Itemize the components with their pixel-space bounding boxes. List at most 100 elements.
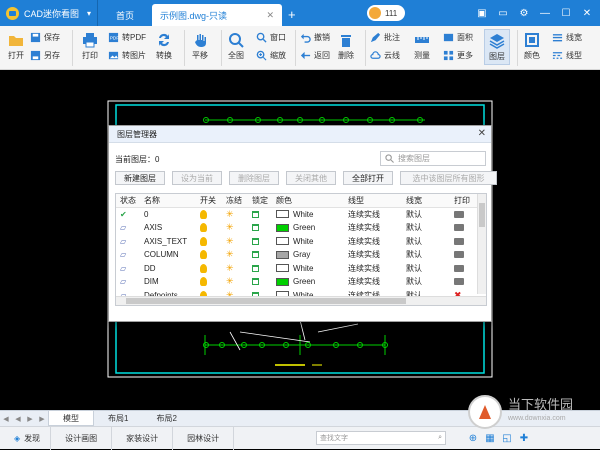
color-cell[interactable]: Green	[272, 223, 344, 232]
more-button[interactable]: 更多	[443, 50, 473, 61]
close-icon[interactable]: ✕	[578, 4, 596, 22]
next-tab-icon[interactable]: ▶	[24, 413, 36, 425]
last-tab-icon[interactable]: ▶	[36, 413, 48, 425]
tab-document[interactable]: 示例图.dwg-只读 ✕	[152, 4, 283, 26]
set-current-button[interactable]: 设为当前	[172, 171, 222, 185]
crosshair-icon[interactable]: ✚	[517, 431, 531, 445]
to-pdf-button[interactable]: PDF 转PDF	[108, 32, 146, 43]
skin-icon[interactable]: ▣	[473, 4, 491, 22]
ortho-icon[interactable]: ◱	[500, 431, 514, 445]
linetype-cell[interactable]: 连续实线	[344, 276, 402, 287]
cloud-button[interactable]: 云线	[370, 50, 400, 61]
table-row[interactable]: ▱ COLUMN ✳ Gray 连续实线 默认	[116, 248, 486, 262]
color-cell[interactable]: White	[272, 210, 344, 219]
on-off-cell[interactable]	[196, 236, 222, 246]
measure-button[interactable]: 测量	[414, 32, 430, 61]
line-type-button[interactable]: 线型	[552, 50, 582, 61]
linetype-cell[interactable]: 连续实线	[344, 263, 402, 274]
print-cell[interactable]	[450, 210, 480, 218]
color-cell[interactable]: Green	[272, 277, 344, 286]
on-off-cell[interactable]	[196, 250, 222, 260]
freeze-cell[interactable]: ✳	[222, 236, 248, 247]
status-cell[interactable]: ▱	[116, 277, 140, 286]
prev-tab-icon[interactable]: ◀	[12, 413, 24, 425]
color-button[interactable]: 颜色	[524, 32, 540, 61]
first-tab-icon[interactable]: ◀	[0, 413, 12, 425]
lineweight-cell[interactable]: 默认	[402, 249, 450, 260]
col-lock[interactable]: 锁定	[248, 195, 272, 206]
table-row[interactable]: ▱ AXIS_TEXT ✳ White 连续实线 默认	[116, 235, 486, 249]
horizontal-scrollbar[interactable]	[116, 296, 486, 305]
convert-button[interactable]: 转换	[156, 32, 172, 61]
col-freeze[interactable]: 冻结	[222, 195, 248, 206]
open-all-button[interactable]: 全部打开	[343, 171, 393, 185]
lineweight-cell[interactable]: 默认	[402, 236, 450, 247]
fit-button[interactable]: 全图	[228, 32, 244, 61]
new-tab-icon[interactable]: +	[288, 7, 296, 22]
freeze-cell[interactable]: ✳	[222, 263, 248, 274]
lock-cell[interactable]	[248, 237, 272, 245]
find-text-input[interactable]: 查找文字 ⌕	[316, 431, 446, 445]
on-off-cell[interactable]	[196, 223, 222, 233]
delete-layer-button[interactable]: 删除图层	[229, 171, 279, 185]
to-image-button[interactable]: 转图片	[108, 50, 146, 61]
close-others-button[interactable]: 关闭其他	[286, 171, 336, 185]
design-link[interactable]: 设计画图	[51, 426, 113, 450]
pan-button[interactable]: 平移	[192, 32, 208, 61]
linetype-cell[interactable]: 连续实线	[344, 249, 402, 260]
print-button[interactable]: 打印	[82, 32, 98, 61]
tab-home[interactable]: 首页	[102, 4, 148, 26]
col-lineweight[interactable]: 线宽	[402, 195, 450, 206]
undo-button[interactable]: 撤销	[300, 32, 330, 43]
color-cell[interactable]: Gray	[272, 250, 344, 259]
save-button[interactable]: 保存	[30, 32, 60, 43]
color-cell[interactable]: White	[272, 264, 344, 273]
layer-search-input[interactable]: 搜索图层	[380, 151, 486, 166]
lock-cell[interactable]	[248, 251, 272, 259]
new-layer-button[interactable]: 新建图层	[115, 171, 165, 185]
annotate-button[interactable]: 批注	[370, 32, 400, 43]
color-cell[interactable]: White	[272, 237, 344, 246]
minimize-icon[interactable]: —	[536, 4, 554, 22]
user-badge[interactable]: 111	[367, 5, 406, 21]
status-cell[interactable]: ▱	[116, 237, 140, 246]
linetype-cell[interactable]: 连续实线	[344, 209, 402, 220]
maximize-icon[interactable]: ☐	[557, 4, 575, 22]
print-cell[interactable]	[450, 251, 480, 259]
vertical-scrollbar[interactable]	[477, 194, 486, 294]
table-row[interactable]: ✔ 0 ✳ White 连续实线 默认	[116, 208, 486, 222]
zoom-button[interactable]: 缩放	[256, 50, 286, 61]
col-color[interactable]: 颜色	[272, 195, 344, 206]
lock-cell[interactable]	[248, 264, 272, 272]
status-cell[interactable]: ▱	[116, 264, 140, 273]
scroll-thumb[interactable]	[479, 203, 485, 227]
on-off-cell[interactable]	[196, 277, 222, 287]
line-width-button[interactable]: 线宽	[552, 32, 582, 43]
discover-button[interactable]: ◈ 发现	[0, 426, 52, 450]
lock-cell[interactable]	[248, 224, 272, 232]
col-print[interactable]: 打印	[450, 195, 480, 206]
close-tab-icon[interactable]: ✕	[266, 10, 274, 21]
print-cell[interactable]	[450, 264, 480, 272]
print-cell[interactable]	[450, 224, 480, 232]
open-button[interactable]: 打开	[8, 32, 24, 61]
col-linetype[interactable]: 线型	[344, 195, 402, 206]
table-row[interactable]: ▱ DD ✳ White 连续实线 默认	[116, 262, 486, 276]
table-row[interactable]: ▱ DIM ✳ Green 连续实线 默认	[116, 275, 486, 289]
col-on-off[interactable]: 开关	[196, 195, 222, 206]
lineweight-cell[interactable]: 默认	[402, 276, 450, 287]
tab-model[interactable]: 模型	[48, 411, 94, 426]
garden-design-link[interactable]: 园林设计	[173, 426, 235, 450]
select-layer-objects-button[interactable]: 选中该图层所有图形	[400, 171, 497, 185]
status-cell[interactable]: ✔	[116, 210, 140, 219]
status-cell[interactable]: ▱	[116, 250, 140, 259]
freeze-cell[interactable]: ✳	[222, 249, 248, 260]
linetype-cell[interactable]: 连续实线	[344, 236, 402, 247]
tab-layout1[interactable]: 布局1	[94, 411, 142, 426]
close-icon[interactable]: ✕	[478, 128, 486, 139]
freeze-cell[interactable]: ✳	[222, 222, 248, 233]
table-row[interactable]: ▱ AXIS ✳ Green 连续实线 默认	[116, 221, 486, 235]
screen-icon[interactable]: ▭	[494, 4, 512, 22]
status-cell[interactable]: ▱	[116, 223, 140, 232]
linetype-cell[interactable]: 连续实线	[344, 222, 402, 233]
